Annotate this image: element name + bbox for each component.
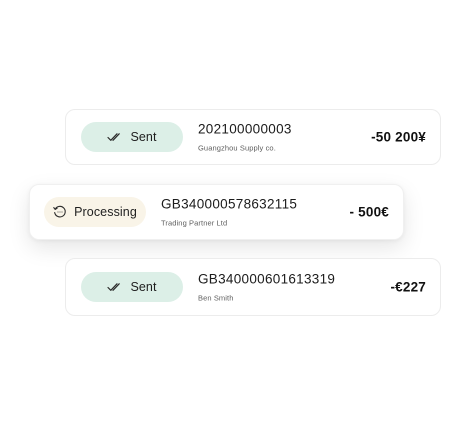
transaction-info: GB340000578632115 Trading Partner Ltd	[161, 197, 297, 228]
transaction-counterparty: Guangzhou Supply co.	[198, 143, 276, 153]
transaction-card-processing[interactable]: Processing GB340000578632115 Trading Par…	[29, 184, 404, 240]
transaction-card-sent[interactable]: Sent 202100000003 Guangzhou Supply co. -…	[65, 109, 441, 165]
transaction-card-sent[interactable]: Sent GB340000601613319 Ben Smith -€227	[65, 258, 441, 316]
transaction-reference: GB340000601613319	[198, 271, 336, 287]
transaction-counterparty: Trading Partner Ltd	[161, 218, 228, 228]
transaction-counterparty: Ben Smith	[198, 293, 234, 303]
status-label: Processing	[74, 205, 137, 219]
status-badge-sent: Sent	[81, 122, 183, 152]
transaction-reference: 202100000003	[198, 121, 292, 137]
status-label: Sent	[130, 280, 157, 294]
transaction-amount: - 500€	[349, 204, 389, 220]
status-badge-sent: Sent	[81, 272, 183, 302]
double-check-icon	[107, 282, 123, 292]
clock-history-icon	[53, 205, 67, 219]
status-label: Sent	[130, 130, 157, 144]
transaction-amount: -€227	[390, 279, 426, 295]
transaction-amount: -50 200¥	[371, 129, 426, 145]
status-badge-processing: Processing	[44, 197, 146, 227]
double-check-icon	[107, 132, 123, 142]
transaction-info: 202100000003 Guangzhou Supply co.	[198, 122, 292, 153]
transaction-reference: GB340000578632115	[161, 196, 298, 212]
transaction-info: GB340000601613319 Ben Smith	[198, 272, 335, 303]
